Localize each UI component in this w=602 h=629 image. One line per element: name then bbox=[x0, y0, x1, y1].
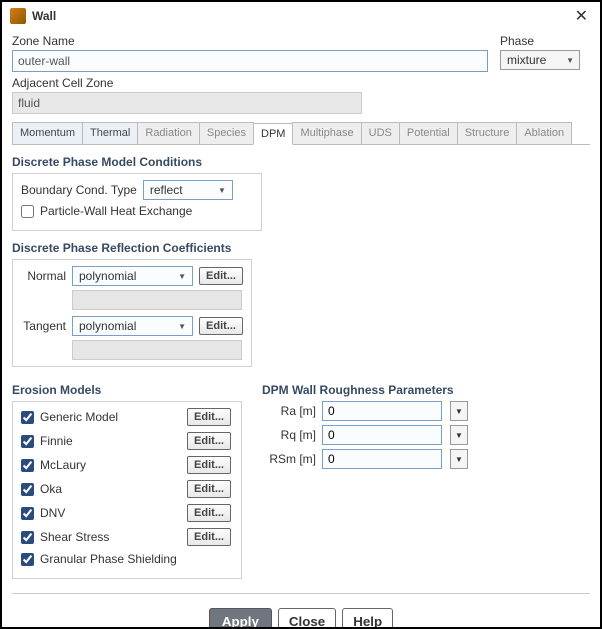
erosion-label: DNV bbox=[40, 506, 65, 520]
adjacent-zone-value: fluid bbox=[12, 92, 362, 114]
tangent-select[interactable]: polynomial bbox=[72, 316, 193, 336]
zone-name-input[interactable] bbox=[12, 50, 488, 72]
tab-structure[interactable]: Structure bbox=[457, 122, 518, 144]
normal-select[interactable]: polynomial bbox=[72, 266, 193, 286]
chevron-down-icon[interactable]: ▼ bbox=[450, 425, 468, 445]
roughness-label: RSm [m] bbox=[262, 452, 316, 466]
erosion-edit-button[interactable]: Edit... bbox=[187, 504, 231, 522]
tangent-label: Tangent bbox=[21, 319, 66, 333]
erosion-checkbox[interactable] bbox=[21, 553, 34, 566]
erosion-row: Shear Stress Edit... bbox=[21, 528, 231, 546]
erosion-label: Finnie bbox=[40, 434, 73, 448]
erosion-label: Oka bbox=[40, 482, 62, 496]
erosion-checkbox[interactable] bbox=[21, 531, 34, 544]
close-icon[interactable]: ✕ bbox=[571, 6, 592, 26]
erosion-checkbox[interactable] bbox=[21, 459, 34, 472]
bc-type-value: reflect bbox=[150, 183, 183, 197]
normal-edit-button[interactable]: Edit... bbox=[199, 267, 243, 285]
erosion-title: Erosion Models bbox=[12, 383, 242, 397]
app-icon bbox=[10, 8, 26, 24]
erosion-checkbox[interactable] bbox=[21, 435, 34, 448]
bc-type-select[interactable]: reflect bbox=[143, 180, 233, 200]
tab-potential[interactable]: Potential bbox=[399, 122, 458, 144]
window-title: Wall bbox=[32, 9, 571, 23]
erosion-label: McLaury bbox=[40, 458, 86, 472]
tab-ablation[interactable]: Ablation bbox=[516, 122, 572, 144]
wall-dialog: Wall ✕ Zone Name Phase mixture Adjacent … bbox=[0, 0, 602, 629]
tab-momentum[interactable]: Momentum bbox=[12, 122, 83, 144]
erosion-row: Granular Phase Shielding bbox=[21, 552, 231, 566]
bc-type-label: Boundary Cond. Type bbox=[21, 183, 137, 197]
tangent-edit-button[interactable]: Edit... bbox=[199, 317, 243, 335]
normal-value: polynomial bbox=[79, 269, 136, 283]
zone-name-label: Zone Name bbox=[12, 34, 488, 48]
erosion-row: Generic Model Edit... bbox=[21, 408, 231, 426]
roughness-input[interactable] bbox=[322, 401, 442, 421]
roughness-list: Ra [m] ▼ Rq [m] ▼ RSm [m] ▼ bbox=[262, 401, 468, 469]
erosion-row: Finnie Edit... bbox=[21, 432, 231, 450]
roughness-input[interactable] bbox=[322, 449, 442, 469]
close-button[interactable]: Close bbox=[278, 608, 336, 627]
tab-dpm[interactable]: DPM bbox=[253, 123, 293, 145]
roughness-label: Ra [m] bbox=[262, 404, 316, 418]
phase-label: Phase bbox=[500, 34, 590, 48]
erosion-checkbox[interactable] bbox=[21, 483, 34, 496]
erosion-label: Generic Model bbox=[40, 410, 118, 424]
erosion-label: Shear Stress bbox=[40, 530, 109, 544]
tab-thermal[interactable]: Thermal bbox=[82, 122, 138, 144]
roughness-row: RSm [m] ▼ bbox=[262, 449, 468, 469]
erosion-row: DNV Edit... bbox=[21, 504, 231, 522]
adjacent-zone-label: Adjacent Cell Zone bbox=[12, 76, 590, 90]
roughness-row: Rq [m] ▼ bbox=[262, 425, 468, 445]
reflection-title: Discrete Phase Reflection Coefficients bbox=[12, 241, 590, 255]
roughness-input[interactable] bbox=[322, 425, 442, 445]
chevron-down-icon[interactable]: ▼ bbox=[450, 449, 468, 469]
tab-species[interactable]: Species bbox=[199, 122, 254, 144]
roughness-title: DPM Wall Roughness Parameters bbox=[262, 383, 468, 397]
tangent-value: polynomial bbox=[79, 319, 136, 333]
erosion-label: Granular Phase Shielding bbox=[40, 552, 177, 566]
help-button[interactable]: Help bbox=[342, 608, 393, 627]
tangent-expr-display bbox=[72, 340, 242, 360]
normal-label: Normal bbox=[21, 269, 66, 283]
erosion-edit-button[interactable]: Edit... bbox=[187, 480, 231, 498]
tab-radiation[interactable]: Radiation bbox=[137, 122, 199, 144]
erosion-row: McLaury Edit... bbox=[21, 456, 231, 474]
roughness-label: Rq [m] bbox=[262, 428, 316, 442]
tab-multiphase[interactable]: Multiphase bbox=[292, 122, 361, 144]
erosion-edit-button[interactable]: Edit... bbox=[187, 456, 231, 474]
phase-select[interactable]: mixture bbox=[500, 50, 580, 70]
erosion-edit-button[interactable]: Edit... bbox=[187, 432, 231, 450]
heat-exchange-label: Particle-Wall Heat Exchange bbox=[40, 204, 192, 218]
dpm-conditions-title: Discrete Phase Model Conditions bbox=[12, 155, 590, 169]
erosion-checkbox[interactable] bbox=[21, 507, 34, 520]
erosion-checkbox[interactable] bbox=[21, 411, 34, 424]
phase-value: mixture bbox=[507, 53, 546, 67]
normal-expr-display bbox=[72, 290, 242, 310]
dpm-panel: Discrete Phase Model Conditions Boundary… bbox=[12, 155, 590, 585]
title-bar: Wall ✕ bbox=[2, 2, 600, 30]
apply-button[interactable]: Apply bbox=[209, 608, 272, 627]
erosion-row: Oka Edit... bbox=[21, 480, 231, 498]
roughness-row: Ra [m] ▼ bbox=[262, 401, 468, 421]
erosion-edit-button[interactable]: Edit... bbox=[187, 408, 231, 426]
heat-exchange-checkbox[interactable] bbox=[21, 205, 34, 218]
erosion-list: Generic ModelEdit...FinnieEdit...McLaury… bbox=[12, 401, 242, 579]
chevron-down-icon[interactable]: ▼ bbox=[450, 401, 468, 421]
tab-uds[interactable]: UDS bbox=[361, 122, 400, 144]
tab-bar: MomentumThermalRadiationSpeciesDPMMultip… bbox=[12, 122, 590, 145]
dialog-footer: Apply Close Help bbox=[12, 602, 590, 627]
erosion-edit-button[interactable]: Edit... bbox=[187, 528, 231, 546]
